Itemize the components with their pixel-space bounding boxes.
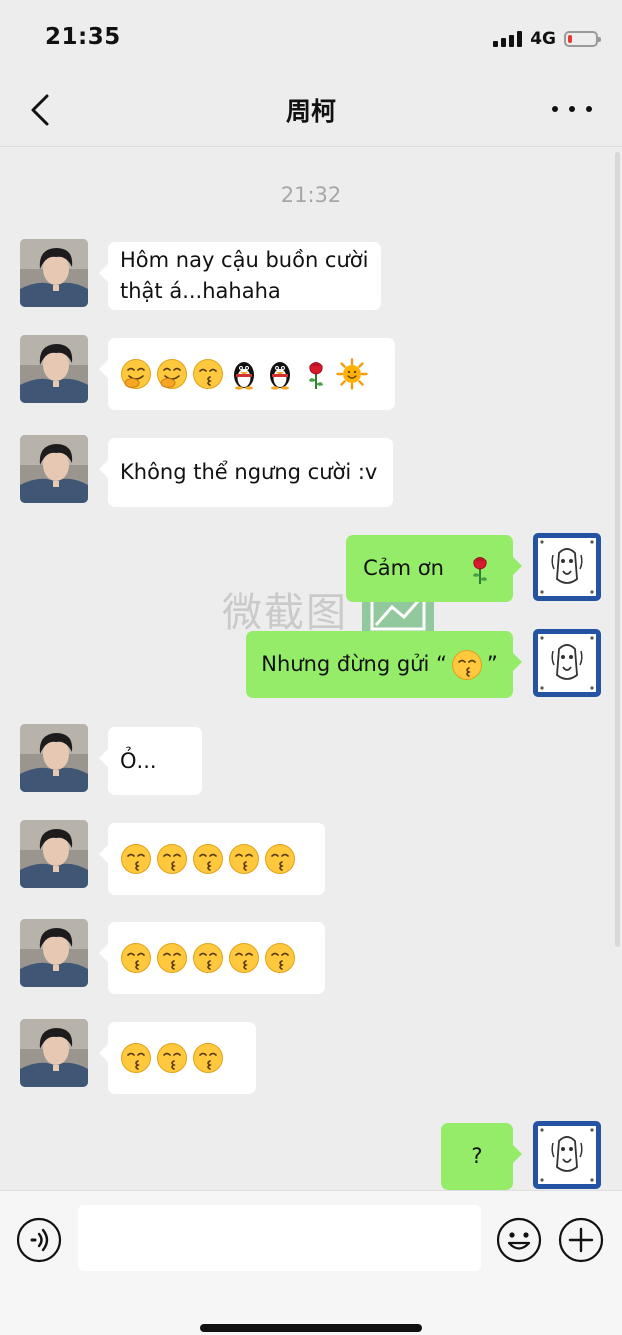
message-content [120, 1042, 224, 1074]
message-content: ? [471, 1141, 482, 1172]
message-text-suffix: ” [486, 652, 498, 676]
ellipsis-icon [552, 106, 558, 112]
message-content: Hôm nay cậu buồn cười thật á...hahaha [120, 245, 368, 307]
network-label: 4G [530, 29, 556, 49]
contact-avatar[interactable] [20, 435, 88, 503]
contact-avatar[interactable] [20, 820, 88, 888]
incoming-message-bubble[interactable]: Hôm nay cậu buồn cười thật á...hahaha [99, 242, 381, 310]
chat-area[interactable]: 21:32 微截图 Hôm nay cậu buồn cười thật á..… [0, 147, 622, 1190]
rose-emoji [472, 556, 487, 584]
my-avatar[interactable] [533, 1121, 601, 1189]
message-text: ? [471, 1144, 483, 1168]
message-content [120, 358, 368, 390]
more-functions-button[interactable] [558, 1217, 604, 1263]
chat-title: 周柯 [285, 97, 336, 126]
contact-avatar[interactable] [20, 335, 88, 403]
outgoing-message-bubble[interactable]: Cảm ơn [346, 535, 522, 602]
battery-low-icon [564, 31, 601, 47]
watermark-text: 微截图 [222, 590, 348, 636]
kissing-smile-emoji [451, 649, 482, 680]
plus-circle-icon [558, 1217, 604, 1263]
scrollbar[interactable] [615, 152, 620, 947]
message-content [120, 843, 296, 875]
kissing-smile-emoji [157, 844, 187, 874]
message-input[interactable] [78, 1205, 481, 1271]
grinning-face-with-hand-emoji [157, 359, 187, 389]
penguin-emoji [270, 362, 290, 390]
status-indicators: 4G [493, 26, 601, 52]
message-text: Nhưng đừng gửi “ [261, 652, 447, 676]
kissing-smile-emoji [265, 943, 295, 973]
message-content: Cảm ơn [363, 553, 496, 585]
battery-level [568, 35, 572, 43]
voice-button[interactable] [16, 1217, 62, 1263]
input-bar [0, 1190, 622, 1335]
message-text: Hôm nay cậu buồn cười thật á...hahaha [120, 248, 369, 303]
message-timestamp: 21:32 [280, 183, 342, 207]
message-content: Nhưng đừng gửi “ ” [261, 649, 498, 681]
status-bar: 21:35 4G [0, 0, 622, 72]
kissing-smile-emoji [157, 1043, 187, 1073]
emoji-face-icon [496, 1217, 542, 1263]
kissing-smile-emoji [229, 943, 259, 973]
kissing-smile-emoji [121, 844, 151, 874]
kissing-smile-emoji [193, 359, 223, 389]
incoming-message-bubble[interactable] [99, 922, 325, 994]
message-content [120, 942, 296, 974]
contact-avatar[interactable] [20, 724, 88, 792]
outgoing-message-bubble[interactable]: Nhưng đừng gửi “ ” [246, 631, 522, 698]
home-indicator[interactable] [200, 1324, 422, 1332]
contact-avatar[interactable] [20, 919, 88, 987]
incoming-message-bubble[interactable]: Không thể ngưng cười :v [99, 438, 393, 507]
kissing-smile-emoji [193, 943, 223, 973]
kissing-smile-emoji [265, 844, 295, 874]
emoji-button[interactable] [496, 1217, 542, 1263]
penguin-emoji [234, 362, 254, 390]
my-avatar[interactable] [533, 629, 601, 697]
message-text: Ỏ... [120, 748, 157, 773]
incoming-message-bubble[interactable] [99, 823, 325, 895]
grinning-face-with-hand-emoji [121, 359, 151, 389]
signal-bars-icon [493, 31, 523, 47]
kissing-smile-emoji [193, 1043, 223, 1073]
sun-emoji [336, 358, 368, 390]
my-avatar[interactable] [533, 533, 601, 601]
message-content: Ỏ... [120, 746, 157, 777]
contact-avatar[interactable] [20, 1019, 88, 1087]
kissing-smile-emoji [229, 844, 259, 874]
nav-bar: 周柯 [0, 72, 622, 147]
incoming-message-bubble[interactable]: Ỏ... [99, 727, 202, 795]
more-options-button[interactable] [552, 102, 592, 116]
kissing-smile-emoji [121, 943, 151, 973]
message-text: Cảm ơn [363, 556, 444, 580]
outgoing-message-bubble[interactable]: ? [441, 1123, 522, 1190]
kissing-smile-emoji [121, 1043, 151, 1073]
kissing-smile-emoji [193, 844, 223, 874]
incoming-message-bubble[interactable] [99, 338, 395, 410]
message-content: Không thể ngưng cười :v [120, 457, 377, 488]
voice-input-icon [16, 1217, 62, 1263]
kissing-smile-emoji [157, 943, 187, 973]
message-text: Không thể ngưng cười :v [120, 460, 378, 484]
rose-emoji [309, 362, 323, 389]
incoming-message-bubble[interactable] [99, 1022, 256, 1094]
contact-avatar[interactable] [20, 239, 88, 307]
status-time: 21:35 [45, 24, 121, 50]
